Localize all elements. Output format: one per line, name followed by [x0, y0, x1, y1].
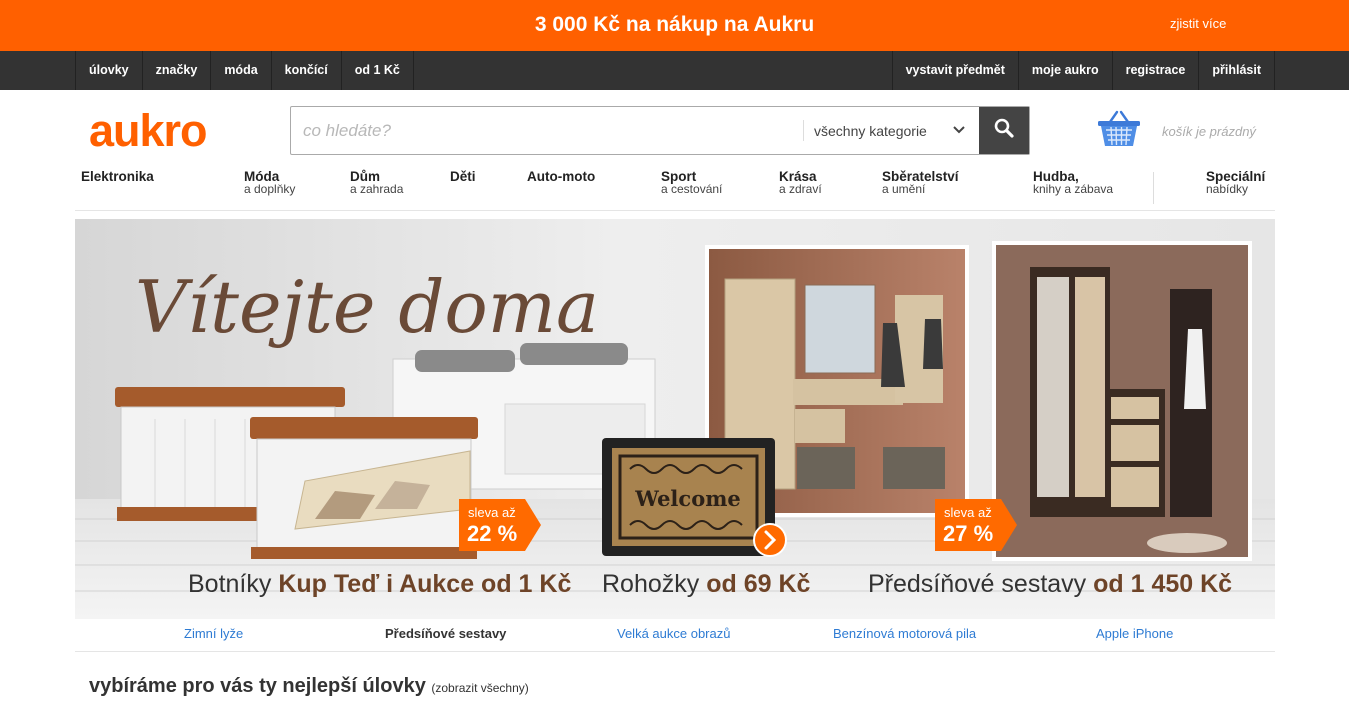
badge-top-text: sleva až — [468, 505, 516, 520]
category-select[interactable]: všechny kategorie — [803, 120, 979, 141]
show-all-link[interactable]: (zobrazit všechny) — [431, 681, 528, 695]
banner-caption-rohozky[interactable]: Rohožky od 69 Kč — [602, 570, 810, 599]
badge-value: 27 % — [943, 521, 993, 546]
section-heading: vybíráme pro vás ty nejlepší úlovky — [89, 675, 426, 697]
list-item-button[interactable]: vystavit předmět — [893, 51, 1019, 90]
category-sublabel: knihy a zábava — [1033, 182, 1114, 196]
promo-title: 3 000 Kč na nákup na Aukru — [534, 13, 815, 36]
carousel-tabs: Zimní lyže Předsíňové sestavy Velká aukc… — [75, 619, 1275, 652]
caption-plain: Předsíňové sestavy — [868, 570, 1087, 598]
register-link[interactable]: registrace — [1113, 51, 1200, 90]
top-nav-konci[interactable]: končící — [272, 51, 342, 90]
top-nav-left: úlovky značky móda končící od 1 Kč — [75, 51, 414, 90]
chevron-down-icon — [953, 125, 965, 137]
tab-zimni-lyze[interactable]: Zimní lyže — [184, 626, 243, 641]
top-navigation: úlovky značky móda končící od 1 Kč vysta… — [0, 51, 1349, 90]
category-label: Auto-moto — [527, 169, 596, 184]
cart-status: košík je prázdný — [1162, 124, 1256, 139]
search-bar: všechny kategorie — [290, 106, 1030, 155]
top-nav-moda[interactable]: móda — [211, 51, 272, 90]
category-sport[interactable]: Sport a cestování — [661, 170, 722, 196]
top-nav-ulovky[interactable]: úlovky — [76, 51, 143, 90]
section-title: vybíráme pro vás ty nejlepší úlovky (zob… — [89, 675, 529, 698]
discount-badge-22: sleva až 22 % — [459, 499, 541, 551]
category-sublabel: a zdraví — [779, 182, 822, 196]
header: aukro všechny kategorie — [0, 90, 1349, 170]
top-nav-right: vystavit předmět moje aukro registrace p… — [891, 51, 1275, 90]
chevron-right-icon[interactable] — [753, 523, 787, 557]
my-aukro-link[interactable]: moje aukro — [1019, 51, 1113, 90]
category-sublabel: a cestování — [661, 182, 723, 196]
category-auto-moto[interactable]: Auto-moto — [527, 169, 596, 184]
category-dum[interactable]: Dům a zahrada — [350, 170, 403, 196]
badge-top-text: sleva až — [944, 505, 992, 520]
tab-apple-iphone[interactable]: Apple iPhone — [1096, 626, 1173, 641]
category-sublabel: a umění — [882, 182, 926, 196]
banner-caption-botniky[interactable]: Botníky Kup Teď i Aukce od 1 Kč — [188, 570, 571, 599]
cart[interactable]: košík je prázdný — [1097, 110, 1256, 153]
mat-text: Welcome — [634, 486, 741, 511]
category-sublabel: a zahrada — [350, 182, 404, 196]
promo-bar: 3 000 Kč na nákup na Aukru zjistit více — [0, 0, 1349, 51]
caption-plain: Botníky — [188, 570, 272, 598]
category-navigation: Elektronika Móda a doplňky Dům a zahrada… — [75, 170, 1275, 211]
search-input[interactable] — [291, 107, 803, 154]
logo[interactable]: aukro — [89, 105, 208, 157]
category-label: Elektronika — [81, 169, 154, 184]
caption-plain: Rohožky — [602, 570, 700, 598]
tab-benzinova-pila[interactable]: Benzínová motorová pila — [833, 626, 976, 641]
caption-bold: od 69 Kč — [706, 570, 811, 598]
category-moda[interactable]: Móda a doplňky — [244, 170, 295, 196]
hero-banner-illustration: Vítejte doma Welcome sleva až 22 % sleva… — [75, 241, 1275, 619]
login-link[interactable]: přihlásit — [1199, 51, 1275, 90]
category-sberatelstvi[interactable]: Sběratelství a umění — [882, 170, 959, 196]
discount-badge-27: sleva až 27 % — [935, 499, 1017, 551]
category-label: Děti — [450, 169, 476, 184]
basket-icon — [1097, 110, 1141, 153]
category-sublabel: a doplňky — [244, 182, 296, 196]
category-select-value: všechny kategorie — [814, 122, 927, 139]
category-specialni[interactable]: Speciální nabídky — [1206, 170, 1265, 196]
category-deti[interactable]: Děti — [450, 169, 476, 184]
category-hudba[interactable]: Hudba, knihy a zábava — [1033, 170, 1113, 196]
top-nav-od-1-kc[interactable]: od 1 Kč — [342, 51, 414, 90]
category-divider — [1153, 172, 1154, 204]
hero-banner[interactable]: Vítejte doma Welcome sleva až 22 % sleva… — [75, 219, 1275, 619]
caption-bold: od 1 450 Kč — [1093, 570, 1233, 598]
search-icon — [993, 117, 1015, 144]
badge-value: 22 % — [467, 521, 517, 546]
category-elektronika[interactable]: Elektronika — [81, 169, 154, 184]
tab-velka-aukce-obrazu[interactable]: Velká aukce obrazů — [617, 626, 730, 641]
category-sublabel: nabídky — [1206, 182, 1249, 196]
category-krasa[interactable]: Krása a zdraví — [779, 170, 822, 196]
search-button[interactable] — [979, 107, 1029, 154]
banner-headline: Vítejte doma — [135, 265, 599, 349]
top-nav-znacky[interactable]: značky — [143, 51, 212, 90]
tab-predsinove-sestavy[interactable]: Předsíňové sestavy — [385, 626, 506, 641]
promo-more-link[interactable]: zjistit více — [1170, 16, 1226, 31]
banner-caption-sestavy[interactable]: Předsíňové sestavy od 1 450 Kč — [868, 570, 1232, 599]
caption-bold: Kup Teď i Aukce od 1 Kč — [278, 570, 572, 598]
